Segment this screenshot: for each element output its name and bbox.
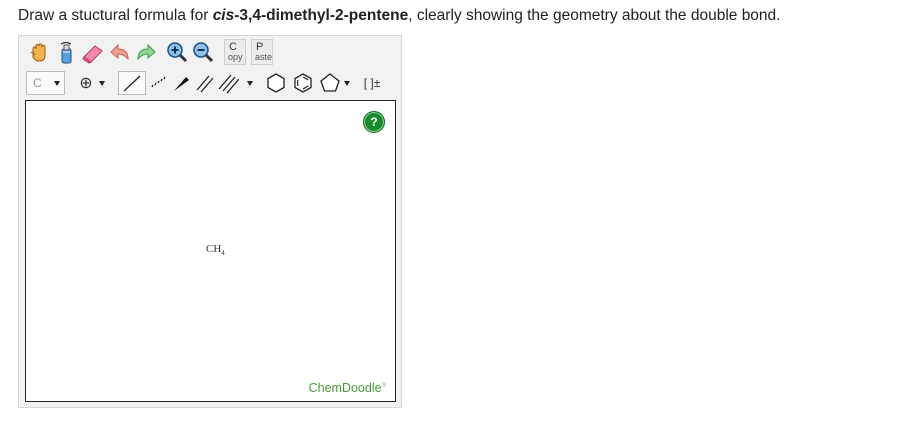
chevron-down-icon	[54, 81, 60, 86]
element-dropdown[interactable]: C	[26, 71, 65, 95]
paste-button[interactable]: P aste	[251, 39, 273, 65]
wedge-bond-icon[interactable]	[169, 71, 193, 95]
single-bond-button[interactable]	[118, 71, 146, 95]
lasso-bottle-icon[interactable]	[54, 41, 78, 65]
question-cis: cis	[212, 7, 235, 24]
bracket-button[interactable]: [ ]±	[359, 71, 385, 95]
cyclohexane-icon[interactable]	[264, 71, 288, 95]
drawing-canvas[interactable]: ? CH4 ChemDoodle®	[25, 100, 396, 402]
triple-bond-icon[interactable]	[216, 71, 240, 95]
dashed-bond-icon[interactable]	[146, 71, 170, 95]
question-prefix: Draw a stuctural formula for	[18, 7, 213, 24]
bond-dropdown-chevron-icon[interactable]	[247, 81, 253, 86]
question-suffix: , clearly showing the geometry about the…	[408, 7, 781, 24]
atom-main: CH	[206, 243, 222, 255]
brand-mark: ®	[381, 382, 386, 389]
charge-plus-icon: ⊕	[79, 75, 93, 92]
redo-icon[interactable]	[134, 41, 158, 65]
double-bond-icon[interactable]	[193, 71, 217, 95]
paste-button-small: aste	[255, 52, 273, 62]
zoom-in-icon[interactable]	[165, 40, 189, 64]
charge-dropdown[interactable]: ⊕	[74, 71, 110, 95]
help-icon[interactable]: ?	[363, 111, 385, 133]
undo-icon[interactable]	[108, 41, 132, 65]
zoom-out-icon[interactable]	[191, 40, 215, 64]
benzene-icon[interactable]	[291, 71, 315, 95]
question-compound: -3,4-dimethyl-2-pentene	[234, 7, 409, 24]
brand-text: ChemDoodle	[308, 381, 382, 395]
atom-label[interactable]: CH4	[206, 243, 225, 257]
ring-dropdown-chevron-icon[interactable]	[344, 81, 350, 86]
question-prompt: Draw a stuctural formula for cis-3,4-dim…	[18, 7, 780, 25]
atom-subscript: 4	[221, 249, 225, 258]
single-bond-icon	[123, 75, 141, 92]
element-label: C	[33, 76, 42, 90]
copy-button-small: opy	[228, 52, 243, 62]
cyclopentane-icon[interactable]	[318, 71, 342, 95]
chevron-down-icon	[98, 80, 105, 86]
copy-button[interactable]: C opy	[224, 39, 246, 65]
chemdoodle-logo: ChemDoodle®	[309, 381, 386, 395]
hand-icon[interactable]	[27, 41, 51, 65]
eraser-icon[interactable]	[81, 41, 105, 65]
